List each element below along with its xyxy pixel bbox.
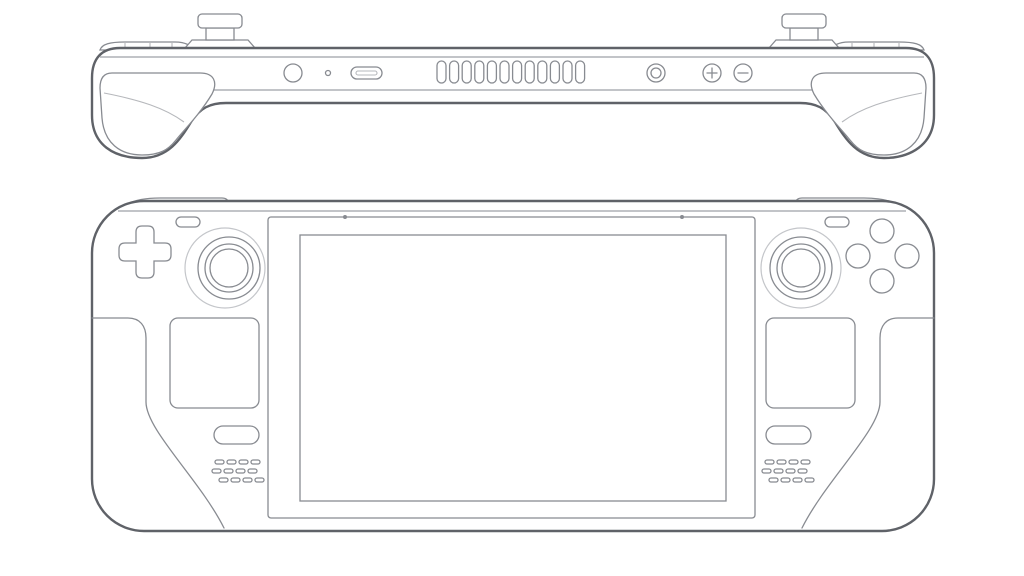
right-thumbstick-top bbox=[767, 13, 841, 49]
usb-c-port-icon bbox=[350, 66, 383, 80]
speaker-hole bbox=[235, 468, 246, 474]
right-quick-button bbox=[765, 425, 812, 445]
menu-button-icon bbox=[824, 216, 850, 228]
speaker-hole bbox=[773, 468, 784, 474]
left-grip-panel bbox=[99, 72, 216, 156]
volume-down-icon bbox=[733, 63, 753, 83]
power-button-icon bbox=[283, 63, 303, 83]
microphone-icon bbox=[324, 69, 332, 77]
speaker-hole bbox=[247, 468, 258, 474]
front-view bbox=[90, 197, 936, 533]
vent-slot bbox=[461, 60, 472, 84]
view-button bbox=[175, 216, 201, 228]
speaker-hole bbox=[776, 459, 787, 465]
speaker-hole bbox=[254, 477, 265, 483]
speaker-hole bbox=[230, 477, 241, 483]
speaker-hole bbox=[768, 477, 779, 483]
display bbox=[299, 234, 727, 502]
speaker-hole bbox=[211, 468, 222, 474]
speaker-hole bbox=[238, 459, 249, 465]
right-trackpad bbox=[765, 317, 856, 409]
vent-slot bbox=[549, 60, 561, 84]
right-joystick-icon bbox=[760, 227, 842, 309]
top-view bbox=[90, 13, 936, 160]
speaker-hole bbox=[800, 459, 811, 465]
right-grip-panel bbox=[810, 72, 927, 156]
left-thumbstick-top bbox=[183, 13, 257, 49]
left-microphone-icon bbox=[343, 215, 347, 219]
vent-slot bbox=[537, 60, 548, 84]
vent-slot bbox=[499, 60, 510, 84]
speaker-hole bbox=[764, 459, 775, 465]
vent-slot bbox=[562, 60, 573, 84]
left-trackpad bbox=[169, 317, 260, 409]
vent-slot bbox=[574, 60, 586, 84]
vent-slot bbox=[448, 60, 460, 84]
speaker-hole bbox=[214, 459, 225, 465]
speaker-hole bbox=[804, 477, 815, 483]
speaker-hole bbox=[797, 468, 808, 474]
speaker-hole bbox=[792, 477, 803, 483]
vent-slot bbox=[436, 60, 447, 84]
speaker-hole bbox=[226, 459, 237, 465]
speaker-hole bbox=[780, 477, 791, 483]
speaker-hole bbox=[223, 468, 234, 474]
handheld-console-line-drawing bbox=[90, 13, 936, 533]
speaker-hole bbox=[785, 468, 796, 474]
speaker-hole bbox=[218, 477, 229, 483]
left-quick-button bbox=[213, 425, 260, 445]
vent-slot bbox=[474, 60, 485, 84]
speaker-hole bbox=[788, 459, 799, 465]
right-microphone-icon bbox=[680, 215, 684, 219]
headphone-jack-icon bbox=[646, 63, 666, 83]
volume-up-icon bbox=[702, 63, 722, 83]
speaker-hole bbox=[242, 477, 253, 483]
speaker-hole bbox=[250, 459, 261, 465]
vent-slot bbox=[524, 60, 535, 84]
vent-slot bbox=[511, 60, 523, 84]
speaker-hole bbox=[761, 468, 772, 474]
vent-slot bbox=[486, 60, 498, 84]
